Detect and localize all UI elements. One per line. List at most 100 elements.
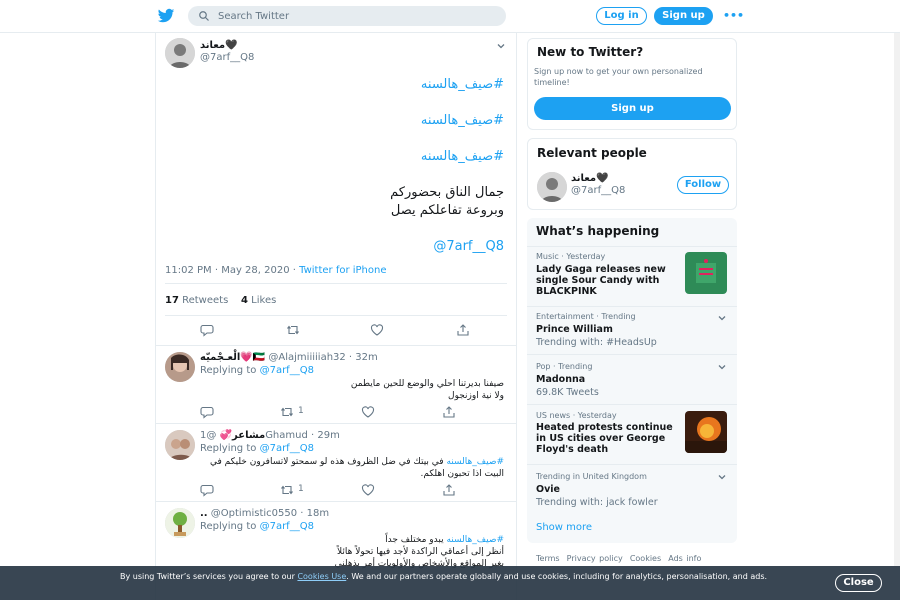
hashtag-link[interactable]: #صيف_هالسنه xyxy=(446,535,504,545)
trend-item[interactable]: Entertainment · Trending Prince William … xyxy=(527,306,737,354)
reply-tweet[interactable]: مشاعر💞 @1Ghamud · 29m Replying to @7arf_… xyxy=(156,423,516,501)
person-handle[interactable]: @7arf__Q8 xyxy=(571,185,625,196)
main-tweet: معاند🖤 @7arf__Q8 #صيف_هالسنه #صيف_هالسنه… xyxy=(156,33,516,345)
card-title: New to Twitter? xyxy=(537,45,644,59)
tweet-stats: 17 Retweets 4 Likes xyxy=(165,295,276,306)
scrollbar[interactable] xyxy=(894,33,900,566)
share-icon[interactable] xyxy=(456,323,470,337)
avatar[interactable] xyxy=(165,430,195,460)
like-icon[interactable] xyxy=(361,483,375,497)
reply-icon[interactable] xyxy=(200,483,214,497)
close-button[interactable]: Close xyxy=(835,574,882,592)
hashtag-link[interactable]: #صيف_هالسنه xyxy=(421,77,504,92)
twitter-bird-icon[interactable] xyxy=(157,7,175,25)
footer-links: Terms Privacy policy Cookies Ads info xyxy=(536,554,701,563)
chevron-down-icon[interactable] xyxy=(717,362,727,372)
mention-link[interactable]: @7arf__Q8 xyxy=(433,239,504,254)
retweets-count[interactable]: 17 xyxy=(165,295,179,306)
trend-item[interactable]: US news · Yesterday Heated protests cont… xyxy=(527,404,737,464)
chevron-down-icon[interactable] xyxy=(496,41,506,51)
reply-text-line: أنظر إلى أعماقي الراكدة لأجد فيها تحولاً… xyxy=(337,547,504,557)
avatar[interactable] xyxy=(537,172,567,202)
like-icon[interactable] xyxy=(361,405,375,419)
hashtag-link[interactable]: #صيف_هالسنه xyxy=(421,149,504,164)
retweet-icon[interactable] xyxy=(286,323,300,337)
trend-title: Prince William xyxy=(536,324,613,335)
trend-title: Madonna xyxy=(536,374,586,385)
footer-cookies-link[interactable]: Cookies xyxy=(630,554,661,563)
tweet-time[interactable]: 11:02 PM · May 28, 2020 · xyxy=(165,265,296,276)
reply-header: مشاعر💞 @1Ghamud · 29m xyxy=(200,430,340,441)
trend-subtitle: Trending with: jack fowler xyxy=(536,497,658,508)
footer-privacy-link[interactable]: Privacy policy xyxy=(567,554,623,563)
trend-image xyxy=(685,252,727,294)
reply-author-name[interactable]: .. xyxy=(200,508,208,519)
retweet-count: 1 xyxy=(298,406,304,416)
author-name[interactable]: معاند🖤 xyxy=(200,40,238,51)
like-icon[interactable] xyxy=(370,323,384,337)
footer-ads-link[interactable]: Ads info xyxy=(668,554,701,563)
reply-text: صيفنا بديرتنا احلي والوضع للحين مايطمن ول… xyxy=(204,378,504,402)
signup-button[interactable]: Sign up xyxy=(534,97,731,120)
reply-icon[interactable] xyxy=(200,323,214,337)
avatar[interactable] xyxy=(165,508,195,538)
search-bar[interactable] xyxy=(188,6,506,26)
reply-author-meta[interactable]: @Optimistic0550 · 18m xyxy=(211,508,329,519)
reply-tweet[interactable]: الْعـجْميّه💗🇰🇼 @Alajmiiiiiah32 · 32m Rep… xyxy=(156,345,516,423)
search-icon xyxy=(199,11,209,21)
trend-item[interactable]: Music · Yesterday Lady Gaga releases new… xyxy=(527,246,737,306)
relevant-people-card: Relevant people معاند🖤 @7arf__Q8 Follow xyxy=(527,138,737,210)
reply-text: #صيف_هالسنه في بيتك في ضل الظروف هذه لو … xyxy=(204,456,504,480)
reply-header: .. @Optimistic0550 · 18m xyxy=(200,508,329,519)
search-input[interactable] xyxy=(218,6,498,26)
author-handle[interactable]: @7arf__Q8 xyxy=(200,52,254,63)
footer-terms-link[interactable]: Terms xyxy=(536,554,560,563)
retweet-icon[interactable] xyxy=(280,405,294,419)
chevron-down-icon[interactable] xyxy=(717,313,727,323)
retweet-icon[interactable] xyxy=(280,483,294,497)
trend-context: Music · Yesterday xyxy=(536,252,606,261)
share-icon[interactable] xyxy=(442,405,456,419)
trend-context: US news · Yesterday xyxy=(536,411,617,420)
reply-text: #صيف_هالسنه يبدو مختلف جداً أنظر إلى أعما… xyxy=(204,534,504,570)
avatar[interactable] xyxy=(165,38,195,68)
reply-author-name[interactable]: مشاعر💞 xyxy=(220,430,266,441)
trend-item[interactable]: Trending in United Kingdom Ovie Trending… xyxy=(527,464,737,514)
replying-to-link[interactable]: @7arf__Q8 xyxy=(260,365,314,376)
signup-button[interactable]: Sign up xyxy=(654,7,713,25)
reply-header: الْعـجْميّه💗🇰🇼 @Alajmiiiiiah32 · 32m xyxy=(200,352,378,363)
share-icon[interactable] xyxy=(442,483,456,497)
reply-icon[interactable] xyxy=(200,405,214,419)
login-button[interactable]: Log in xyxy=(596,7,647,25)
replying-to-link[interactable]: @7arf__Q8 xyxy=(260,521,314,532)
replying-to-link[interactable]: @7arf__Q8 xyxy=(260,443,314,454)
hashtag-link[interactable]: #صيف_هالسنه xyxy=(446,457,504,467)
reply-text-line: ولا نية اوزنجول xyxy=(448,391,504,401)
likes-label[interactable]: Likes xyxy=(251,295,276,306)
new-to-twitter-card: New to Twitter? Sign up now to get your … xyxy=(527,38,737,130)
follow-button[interactable]: Follow xyxy=(677,176,729,194)
likes-count[interactable]: 4 xyxy=(241,295,248,306)
cookies-use-link[interactable]: Cookies Use xyxy=(297,572,346,581)
tweet-text-line: جمال الناق بحضوركم xyxy=(390,185,504,200)
card-title: Relevant people xyxy=(537,146,647,160)
person-name[interactable]: معاند🖤 xyxy=(571,173,609,184)
avatar[interactable] xyxy=(165,352,195,382)
more-options-icon[interactable]: ••• xyxy=(723,9,744,22)
trend-subtitle: 69.8K Tweets xyxy=(536,387,599,398)
cookie-banner: By using Twitter’s services you agree to… xyxy=(0,566,900,600)
tweet-source-link[interactable]: Twitter for iPhone xyxy=(299,265,386,276)
cookie-text-end: . We and our partners operate globally a… xyxy=(346,572,768,581)
reply-text-line: في بيتك في ضل الظروف هذه لو سمحتو لاتساف… xyxy=(209,457,444,467)
reply-author-name[interactable]: الْعـجْميّه💗🇰🇼 xyxy=(200,352,265,363)
trend-title: Ovie xyxy=(536,484,560,495)
show-more-link[interactable]: Show more xyxy=(536,522,592,533)
cookie-text-start: By using Twitter’s services you agree to… xyxy=(120,572,295,581)
whats-happening-card: What’s happening Music · Yesterday Lady … xyxy=(527,218,737,543)
reply-author-meta[interactable]: @Alajmiiiiiah32 · 32m xyxy=(268,352,377,363)
hashtag-link[interactable]: #صيف_هالسنه xyxy=(421,113,504,128)
replying-to: Replying to @7arf__Q8 xyxy=(200,443,314,454)
chevron-down-icon[interactable] xyxy=(717,472,727,482)
trend-item[interactable]: Pop · Trending Madonna 69.8K Tweets xyxy=(527,354,737,404)
retweets-label[interactable]: Retweets xyxy=(182,295,228,306)
